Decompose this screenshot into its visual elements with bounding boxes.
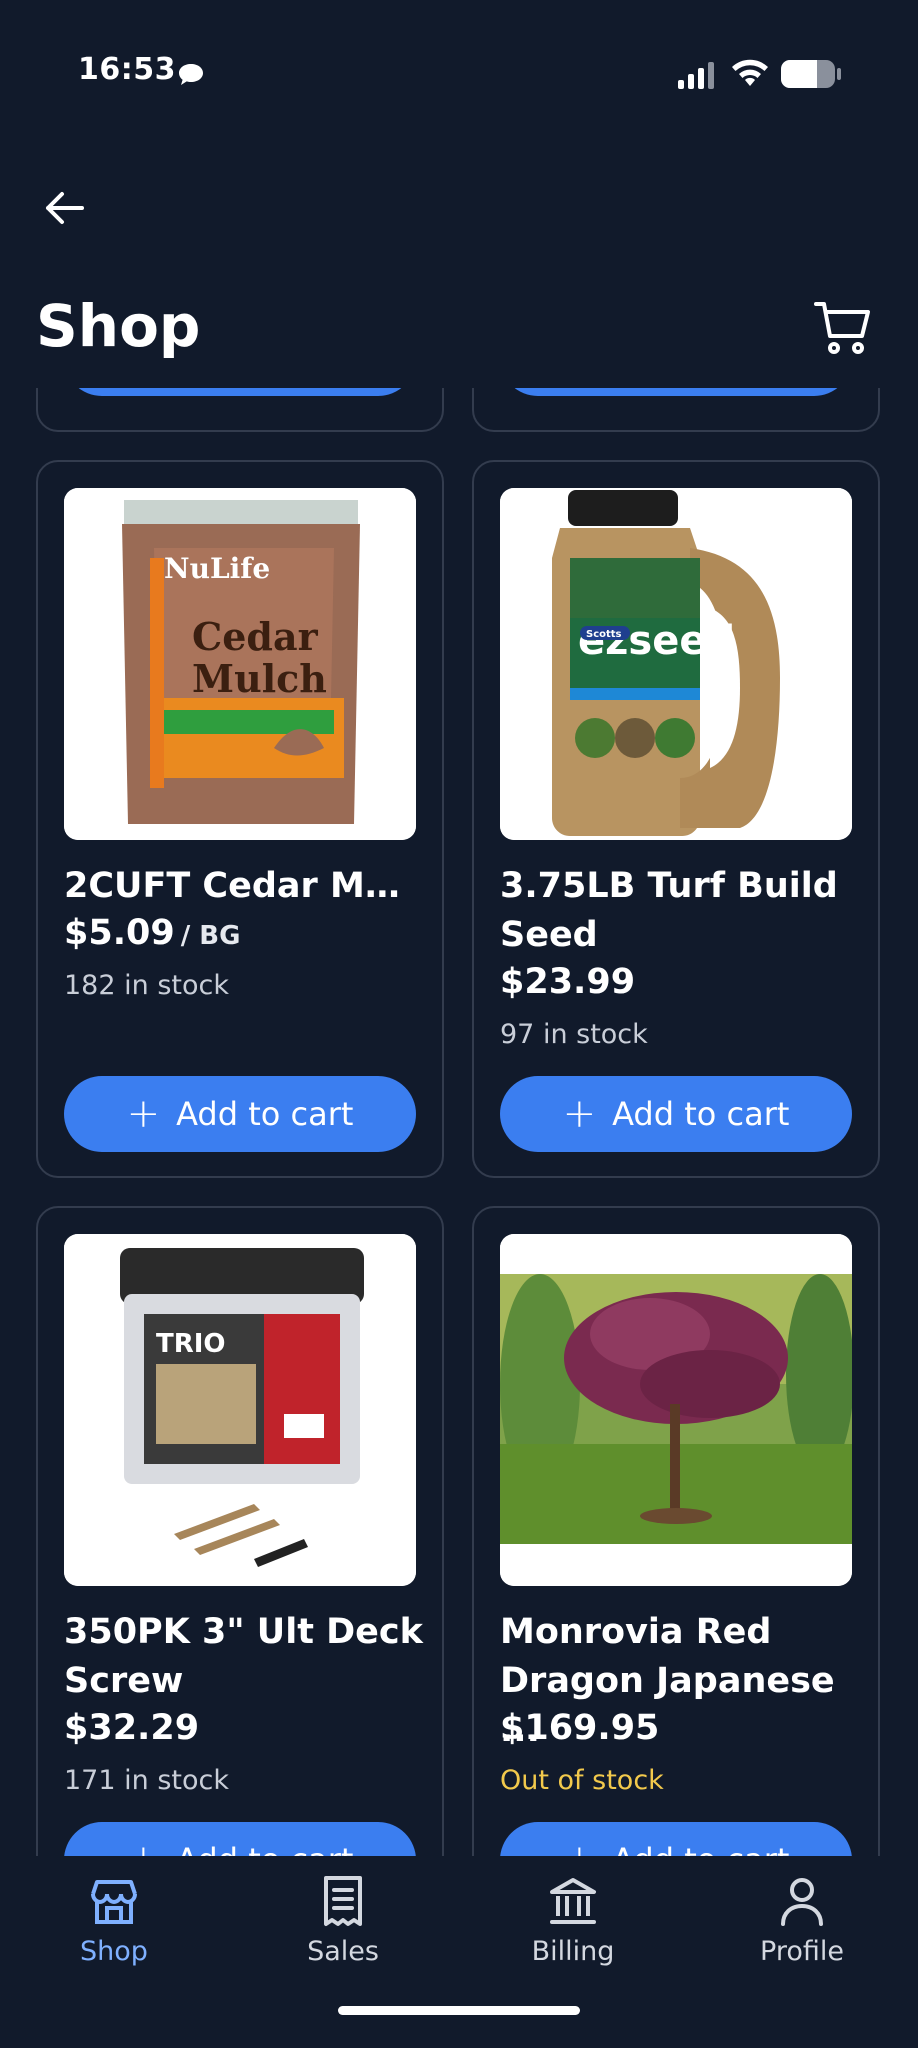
bottom-navigation: Shop Sales Billing Profile (0, 1856, 918, 2048)
svg-text:NuLife: NuLife (164, 552, 270, 585)
nav-label-shop: Shop (80, 1936, 148, 1967)
product-image-japanese-maple (500, 1234, 852, 1586)
nav-item-sales[interactable]: Sales (263, 1874, 423, 1984)
nav-item-shop[interactable]: Shop (34, 1874, 194, 1984)
back-button[interactable] (36, 180, 92, 236)
status-bar: 16:53 (0, 0, 918, 150)
add-to-cart-button[interactable]: + Add to cart (64, 1076, 416, 1152)
stock-status: 182 in stock (64, 970, 229, 1001)
status-time: 16:53 (78, 52, 176, 87)
chat-bubble-icon (179, 64, 203, 85)
plus-icon: + (126, 1091, 161, 1137)
svg-text:Mulch: Mulch (192, 656, 327, 701)
store-icon (91, 1880, 137, 1924)
price-unit: / BG (180, 921, 241, 951)
product-name: 350PK 3" Ult Deck Screw (64, 1612, 423, 1701)
product-card-partial (36, 388, 444, 432)
stock-status: Out of stock (500, 1765, 664, 1796)
product-price: $32.29 (64, 1708, 199, 1748)
nav-item-profile[interactable]: Profile (722, 1874, 882, 1984)
wifi-icon (732, 59, 768, 86)
arrow-left-icon (46, 192, 84, 224)
receipt-icon (324, 1876, 362, 1926)
product-grid[interactable]: NuLife Cedar Mulch 2CUFT Cedar Mulch $5.… (0, 388, 918, 1856)
add-to-cart-button[interactable]: + Add to cart (500, 1076, 852, 1152)
product-image-turf-seed: ezseed Scotts (500, 488, 852, 840)
bank-icon (550, 1878, 596, 1924)
nav-label-sales: Sales (307, 1936, 379, 1967)
plus-icon: + (563, 1840, 597, 1856)
svg-text:TRIO: TRIO (156, 1329, 226, 1359)
shopping-cart-icon (814, 302, 870, 354)
product-image-cedar-mulch: NuLife Cedar Mulch (64, 488, 416, 840)
nav-item-billing[interactable]: Billing (493, 1874, 653, 1984)
product-name: 2CUFT Cedar Mulch (64, 866, 424, 906)
product-price: $5.09/ BG (64, 913, 240, 953)
add-to-cart-button[interactable]: + Add to cart (64, 1822, 416, 1856)
stock-status: 97 in stock (500, 1019, 648, 1050)
price-value: $32.29 (64, 1708, 200, 1748)
plus-icon: + (127, 1840, 161, 1856)
cart-button[interactable] (812, 296, 874, 358)
nav-label-billing: Billing (531, 1936, 615, 1967)
stock-status: 171 in stock (64, 1765, 229, 1796)
add-to-cart-label: Add to cart (612, 1095, 790, 1133)
price-value: $5.09 (64, 913, 175, 953)
add-to-cart-button-partial[interactable] (500, 388, 852, 396)
add-to-cart-label: Add to cart (612, 1841, 789, 1856)
add-to-cart-button[interactable]: + Add to cart (500, 1822, 852, 1856)
product-card[interactable]: NuLife Cedar Mulch 2CUFT Cedar Mulch $5.… (36, 460, 444, 1178)
cellular-signal-icon (678, 62, 714, 89)
price-value: $169.95 (500, 1708, 660, 1748)
nav-label-profile: Profile (760, 1936, 844, 1967)
product-price: $169.95 (500, 1708, 659, 1748)
product-name: 3.75LB Turf Build Seed (500, 866, 838, 955)
add-to-cart-label: Add to cart (176, 1095, 354, 1133)
add-to-cart-button-partial[interactable] (64, 388, 416, 396)
product-card[interactable]: Monrovia Red Dragon Japanese ... $169.95… (472, 1206, 880, 1856)
battery-icon (781, 60, 841, 88)
home-indicator (338, 2006, 580, 2015)
svg-text:ezseed: ezseed (578, 618, 735, 664)
product-card-partial (472, 388, 880, 432)
plus-icon: + (562, 1091, 597, 1137)
add-to-cart-label: Add to cart (176, 1841, 353, 1856)
page-title: Shop (36, 292, 201, 360)
svg-text:Cedar: Cedar (192, 614, 319, 659)
person-icon (781, 1878, 823, 1926)
product-image-deck-screw: TRIO (64, 1234, 416, 1586)
product-card[interactable]: TRIO 350PK 3" Ult Deck Screw $32.29 171 … (36, 1206, 444, 1856)
svg-text:Scotts: Scotts (586, 629, 622, 640)
product-price: $23.99 (500, 962, 635, 1002)
product-card[interactable]: ezseed Scotts 3.75LB Turf Build Seed $23… (472, 460, 880, 1178)
price-value: $23.99 (500, 962, 636, 1002)
